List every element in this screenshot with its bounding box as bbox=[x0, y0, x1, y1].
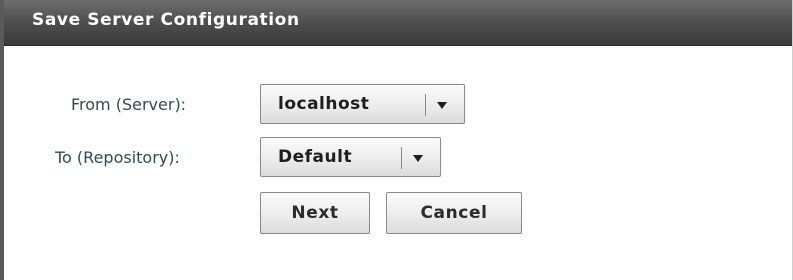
save-server-configuration-dialog: Save Server Configuration From (Server):… bbox=[0, 0, 793, 280]
to-repository-selected-value: Default bbox=[278, 147, 353, 167]
select-divider bbox=[401, 147, 402, 169]
select-divider bbox=[425, 94, 426, 116]
from-server-select[interactable]: localhost bbox=[260, 84, 465, 124]
dialog-titlebar[interactable]: Save Server Configuration bbox=[4, 0, 792, 46]
chevron-down-icon[interactable] bbox=[437, 102, 447, 109]
to-repository-label: To (Repository): bbox=[55, 148, 180, 167]
from-server-label: From (Server): bbox=[71, 95, 187, 114]
from-server-selected-value: localhost bbox=[278, 94, 370, 114]
next-button[interactable]: Next bbox=[260, 192, 370, 234]
chevron-down-icon[interactable] bbox=[413, 155, 423, 162]
cancel-button[interactable]: Cancel bbox=[386, 192, 522, 234]
dialog-title: Save Server Configuration bbox=[32, 10, 300, 30]
to-repository-select[interactable]: Default bbox=[260, 137, 441, 177]
